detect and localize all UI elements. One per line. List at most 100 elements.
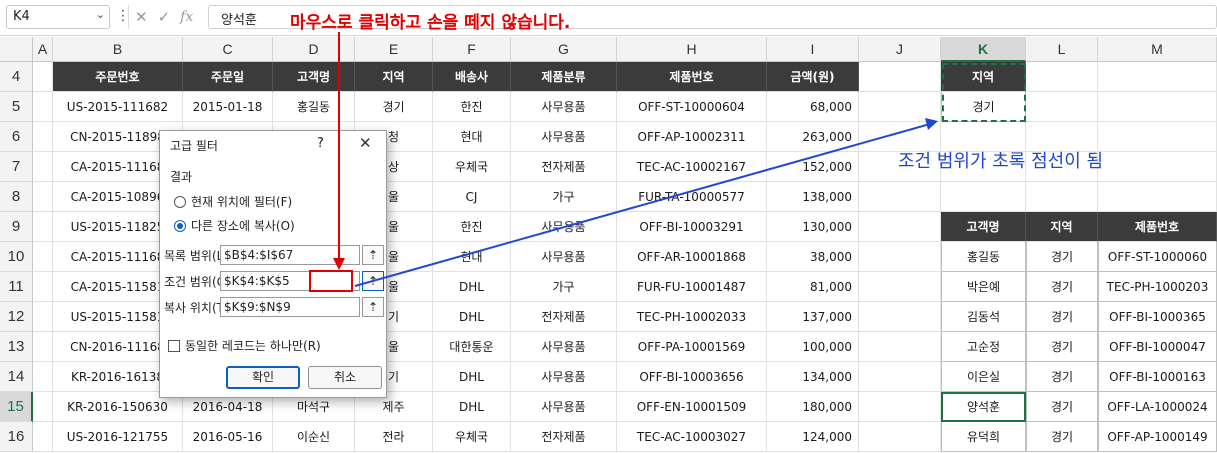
output-table-cell[interactable]: 김동석: [941, 302, 1026, 332]
grid-cell[interactable]: [1098, 62, 1217, 92]
table-cell[interactable]: 100,000: [767, 332, 859, 362]
table-cell[interactable]: 사무용품: [511, 242, 617, 272]
grid-cell[interactable]: [859, 182, 941, 212]
table-cell[interactable]: 전자제품: [511, 152, 617, 182]
table-cell[interactable]: 263,000: [767, 122, 859, 152]
row-header-13[interactable]: 13: [0, 332, 33, 362]
table-cell[interactable]: OFF-BI-10003291: [617, 212, 767, 242]
table-cell[interactable]: 사무용품: [511, 362, 617, 392]
table-cell[interactable]: OFF-ST-10000604: [617, 92, 767, 122]
grid-cell[interactable]: [859, 422, 941, 452]
table-cell[interactable]: 가구: [511, 182, 617, 212]
table-cell[interactable]: 124,000: [767, 422, 859, 452]
output-table-cell[interactable]: 이은실: [941, 362, 1026, 392]
unique-records-checkbox[interactable]: 동일한 레코드는 하나만(R): [168, 337, 321, 354]
table-cell[interactable]: 사무용품: [511, 122, 617, 152]
table-cell[interactable]: 우체국: [433, 152, 511, 182]
column-header-l[interactable]: L: [1026, 37, 1098, 62]
output-table-cell[interactable]: OFF-BI-1000163: [1098, 362, 1217, 392]
list-range-input[interactable]: $B$4:$I$67: [220, 245, 360, 265]
column-header-a[interactable]: A: [33, 37, 53, 62]
grid-cell[interactable]: [859, 62, 941, 92]
radio-filter-in-place[interactable]: 현재 위치에 필터(F): [174, 193, 292, 210]
table-cell[interactable]: 전자제품: [511, 302, 617, 332]
column-header-j[interactable]: J: [859, 37, 941, 62]
grid-cell[interactable]: [1098, 182, 1217, 212]
table-cell[interactable]: DHL: [433, 302, 511, 332]
table-cell[interactable]: 134,000: [767, 362, 859, 392]
output-table-cell[interactable]: OFF-ST-1000060: [1098, 242, 1217, 272]
output-table-cell[interactable]: 경기: [1026, 392, 1098, 422]
table-cell[interactable]: 가구: [511, 272, 617, 302]
row-header-7[interactable]: 7: [0, 152, 33, 182]
close-icon[interactable]: ✕: [359, 134, 372, 152]
column-header-d[interactable]: D: [273, 37, 355, 62]
grid-cell[interactable]: [33, 332, 53, 362]
table-cell[interactable]: OFF-PA-10001569: [617, 332, 767, 362]
column-header-h[interactable]: H: [617, 37, 767, 62]
output-table-cell[interactable]: 박은예: [941, 272, 1026, 302]
table-cell[interactable]: 홍길동: [273, 92, 355, 122]
collapse-dialog-icon[interactable]: ⇡: [362, 297, 384, 317]
grid-cell[interactable]: [33, 362, 53, 392]
grid-cell[interactable]: [33, 182, 53, 212]
table-cell[interactable]: 경기: [355, 92, 433, 122]
column-header-e[interactable]: E: [355, 37, 433, 62]
grid-cell[interactable]: [1098, 122, 1217, 152]
column-header-i[interactable]: I: [767, 37, 859, 62]
table-cell[interactable]: FUR-FU-10001487: [617, 272, 767, 302]
help-icon[interactable]: ?: [317, 136, 324, 151]
table-cell[interactable]: TEC-AC-10003027: [617, 422, 767, 452]
table-cell[interactable]: 137,000: [767, 302, 859, 332]
row-header-10[interactable]: 10: [0, 242, 33, 272]
output-table-cell[interactable]: OFF-BI-1000365: [1098, 302, 1217, 332]
table-cell[interactable]: 현대: [433, 242, 511, 272]
table-cell[interactable]: OFF-BI-10003656: [617, 362, 767, 392]
grid-cell[interactable]: [33, 242, 53, 272]
table-cell[interactable]: 사무용품: [511, 392, 617, 422]
cancel-button[interactable]: 취소: [308, 366, 382, 389]
grid-cell[interactable]: [33, 152, 53, 182]
table-cell[interactable]: FUR-TA-10000577: [617, 182, 767, 212]
grid-cell[interactable]: [33, 122, 53, 152]
collapse-dialog-icon[interactable]: ⇡: [362, 271, 384, 291]
table-cell[interactable]: 138,000: [767, 182, 859, 212]
row-header-11[interactable]: 11: [0, 272, 33, 302]
copy-to-input[interactable]: $K$9:$N$9: [220, 297, 360, 317]
table-cell[interactable]: 사무용품: [511, 212, 617, 242]
output-table-cell[interactable]: OFF-LA-1000024: [1098, 392, 1217, 422]
insert-function-icon[interactable]: fx: [180, 9, 193, 25]
grid-cell[interactable]: [859, 272, 941, 302]
grid-cell[interactable]: [1026, 62, 1098, 92]
grid-cell[interactable]: [1026, 182, 1098, 212]
table-cell[interactable]: 전자제품: [511, 422, 617, 452]
grid-cell[interactable]: [859, 302, 941, 332]
table-cell[interactable]: 38,000: [767, 242, 859, 272]
grid-cell[interactable]: [1098, 152, 1217, 182]
row-header-14[interactable]: 14: [0, 362, 33, 392]
output-table-cell[interactable]: 홍길동: [941, 242, 1026, 272]
grid-cell[interactable]: [33, 302, 53, 332]
grid-cell[interactable]: [33, 62, 53, 92]
grid-cell[interactable]: [859, 392, 941, 422]
table-cell[interactable]: 이순신: [273, 422, 355, 452]
output-table-cell[interactable]: 경기: [1026, 242, 1098, 272]
table-cell[interactable]: 81,000: [767, 272, 859, 302]
table-cell[interactable]: 2015-01-18: [183, 92, 273, 122]
row-header-12[interactable]: 12: [0, 302, 33, 332]
table-cell[interactable]: 152,000: [767, 152, 859, 182]
radio-circle[interactable]: [174, 195, 186, 208]
grid-cell[interactable]: [33, 422, 53, 452]
column-header-c[interactable]: C: [183, 37, 273, 62]
output-table-cell[interactable]: 경기: [1026, 422, 1098, 452]
radio-circle-selected[interactable]: [174, 219, 186, 232]
table-cell[interactable]: 2016-05-16: [183, 422, 273, 452]
table-cell[interactable]: DHL: [433, 272, 511, 302]
row-header-6[interactable]: 6: [0, 122, 33, 152]
column-header-m[interactable]: M: [1098, 37, 1217, 62]
table-cell[interactable]: 68,000: [767, 92, 859, 122]
table-cell[interactable]: OFF-AP-10002311: [617, 122, 767, 152]
cancel-icon[interactable]: ✕: [135, 8, 148, 26]
table-cell[interactable]: OFF-EN-10001509: [617, 392, 767, 422]
row-header-16[interactable]: 16: [0, 422, 33, 452]
